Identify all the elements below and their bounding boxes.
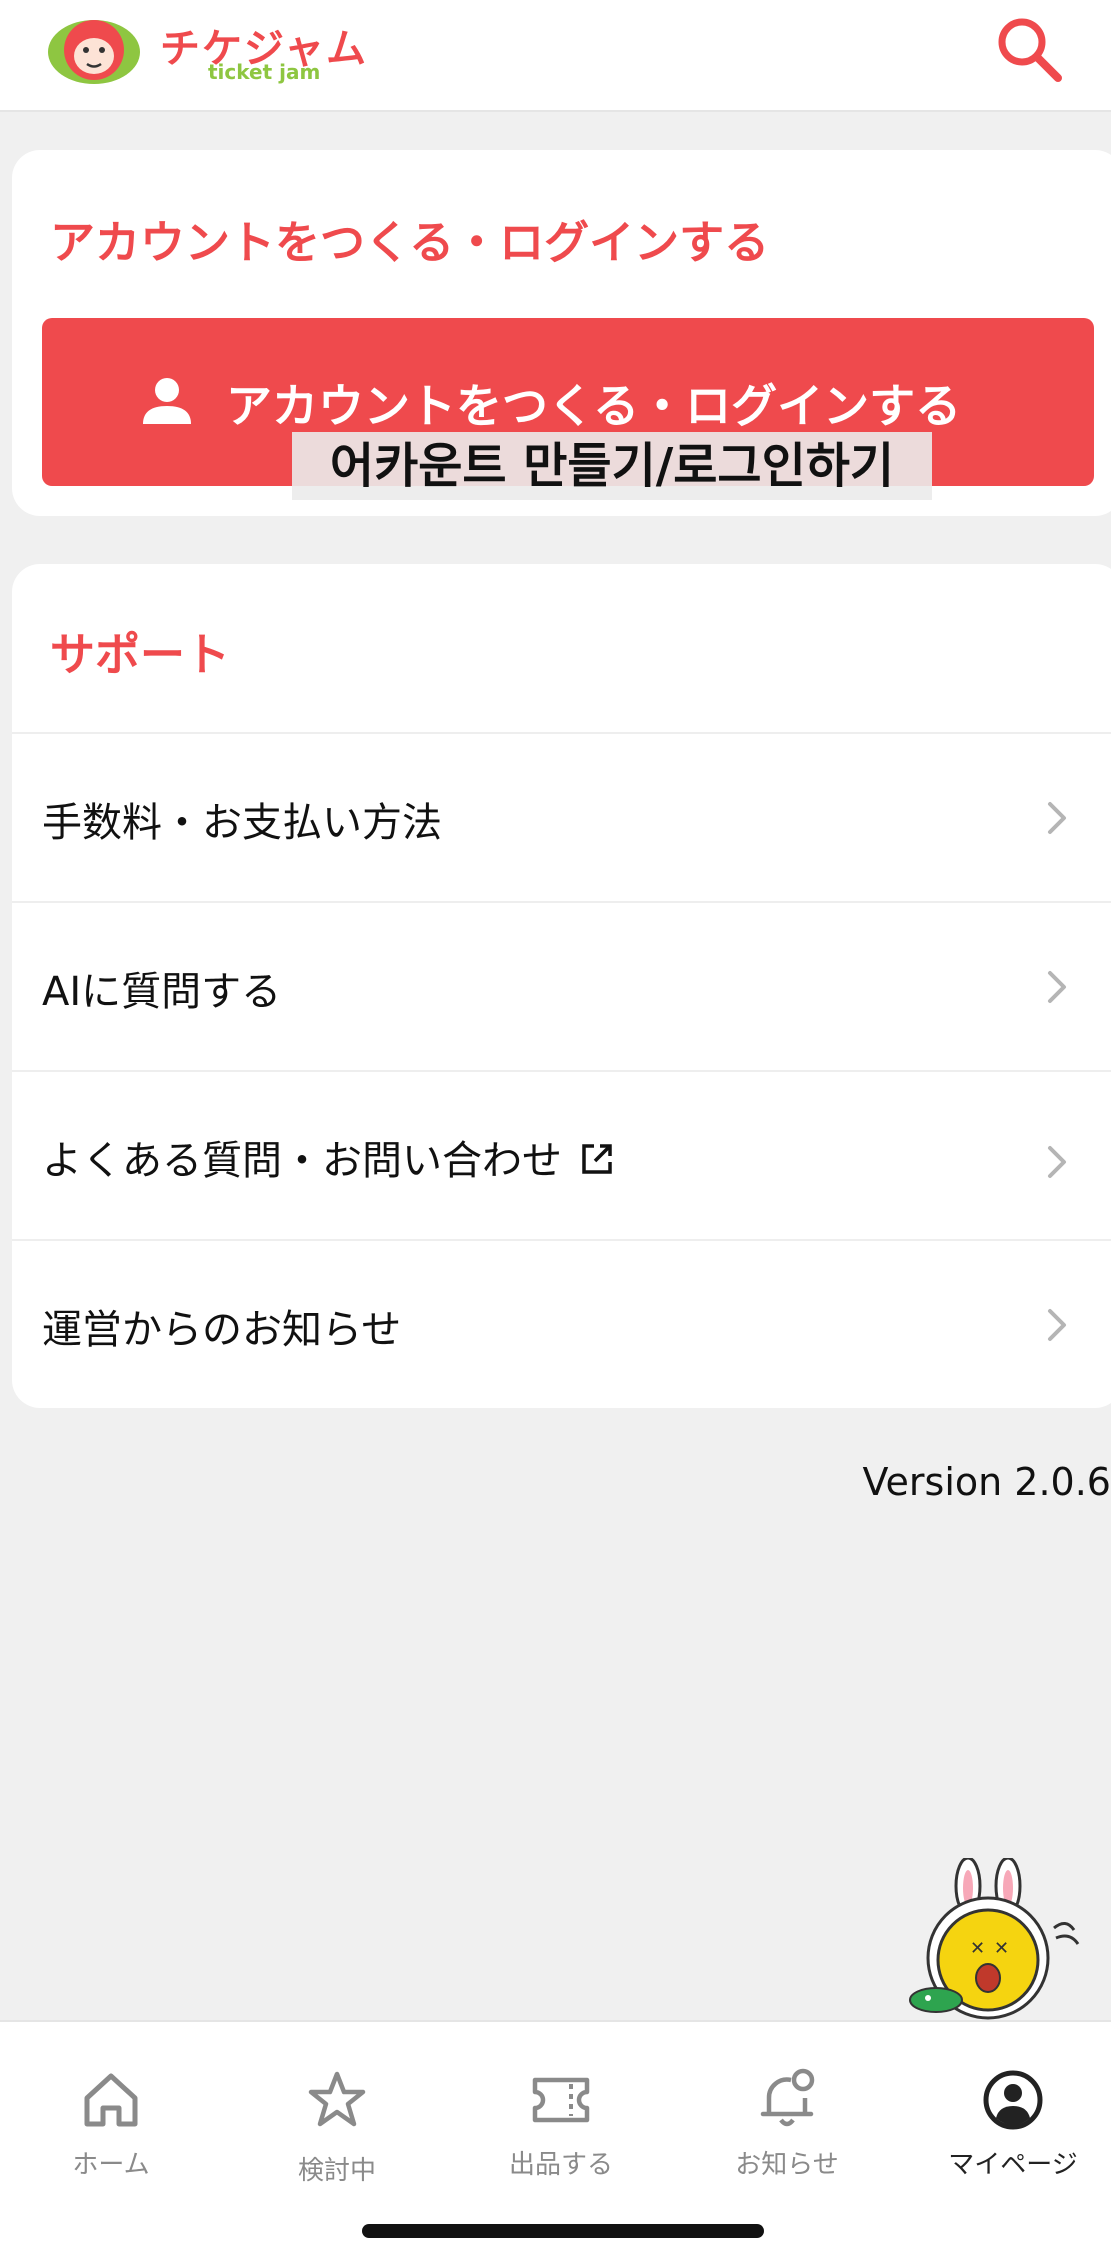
chevron-right-icon [1048, 1309, 1066, 1341]
search-icon [998, 18, 1062, 82]
page: チケジャム ticket jam アカウントをつくる・ログインする アカウントを… [0, 0, 1111, 2268]
nav-tab-notifications[interactable]: お知らせ [676, 2046, 898, 2180]
person-icon [143, 378, 191, 424]
chevron-right-icon [1048, 802, 1066, 834]
app-logo[interactable]: チケジャム ticket jam [46, 12, 366, 88]
account-section-title: アカウントをつくる・ログインする [50, 216, 770, 269]
app-header: チケジャム ticket jam [0, 0, 1111, 112]
home-icon [84, 2073, 138, 2127]
home-indicator[interactable] [362, 2224, 764, 2238]
logo-subtitle: ticket jam [208, 60, 321, 84]
support-card: サポート 手数料・お支払い方法 AIに質問する よくある質問・お問い合わせ 運営… [12, 564, 1111, 1408]
support-section-title: サポート [50, 628, 231, 681]
star-icon [308, 2071, 366, 2127]
support-item-label: よくある質問・お問い合わせ [42, 1138, 562, 1184]
support-item-label: AIに質問する [42, 969, 282, 1015]
support-item-label-wrap: よくある質問・お問い合わせ [42, 1128, 614, 1186]
support-item-label: 運営からのお知らせ [42, 1307, 402, 1353]
support-item-label: 手数料・お支払い方法 [42, 800, 442, 846]
bell-icon [760, 2068, 815, 2127]
chevron-right-icon [1048, 971, 1066, 1003]
nav-tab-label: ホーム [72, 2150, 150, 2180]
login-button-label: アカウントをつくる・ログインする [226, 379, 962, 433]
support-item-fees-payment[interactable]: 手数料・お支払い方法 [12, 732, 1111, 901]
support-list: 手数料・お支払い方法 AIに質問する よくある質問・お問い合わせ 運営からのお知… [12, 732, 1111, 1408]
svg-text:✕: ✕ [994, 1938, 1009, 1959]
account-circle-icon [983, 2070, 1043, 2130]
nav-tab-favorites[interactable]: 検討中 [226, 2046, 448, 2186]
support-item-ask-ai[interactable]: AIに質問する [12, 901, 1111, 1070]
nav-tab-sell[interactable]: 出品する [450, 2046, 672, 2180]
mascot-character-icon[interactable]: ✕ ✕ [906, 1858, 1086, 2028]
chevron-right-icon [1048, 1146, 1066, 1178]
version-text: Version 2.0.6 [862, 1460, 1111, 1504]
support-item-announcements[interactable]: 運営からのお知らせ [12, 1239, 1111, 1408]
translation-overlay: 어카운트 만들기/로그인하기 [292, 432, 932, 500]
external-link-icon [582, 1144, 612, 1174]
nav-tab-home[interactable]: ホーム [0, 2046, 222, 2180]
monkey-logo-icon [48, 20, 140, 84]
nav-tab-label: お知らせ [735, 2150, 839, 2180]
svg-text:✕: ✕ [970, 1938, 985, 1959]
nav-tab-label: マイページ [948, 2150, 1078, 2180]
nav-tab-mypage[interactable]: マイページ [902, 2046, 1111, 2180]
ticket-icon [532, 2077, 590, 2123]
nav-tab-label: 検討中 [297, 2156, 376, 2186]
support-item-faq-contact[interactable]: よくある質問・お問い合わせ [12, 1070, 1111, 1239]
nav-tab-label: 出品する [508, 2150, 613, 2180]
search-button[interactable] [990, 10, 1070, 90]
